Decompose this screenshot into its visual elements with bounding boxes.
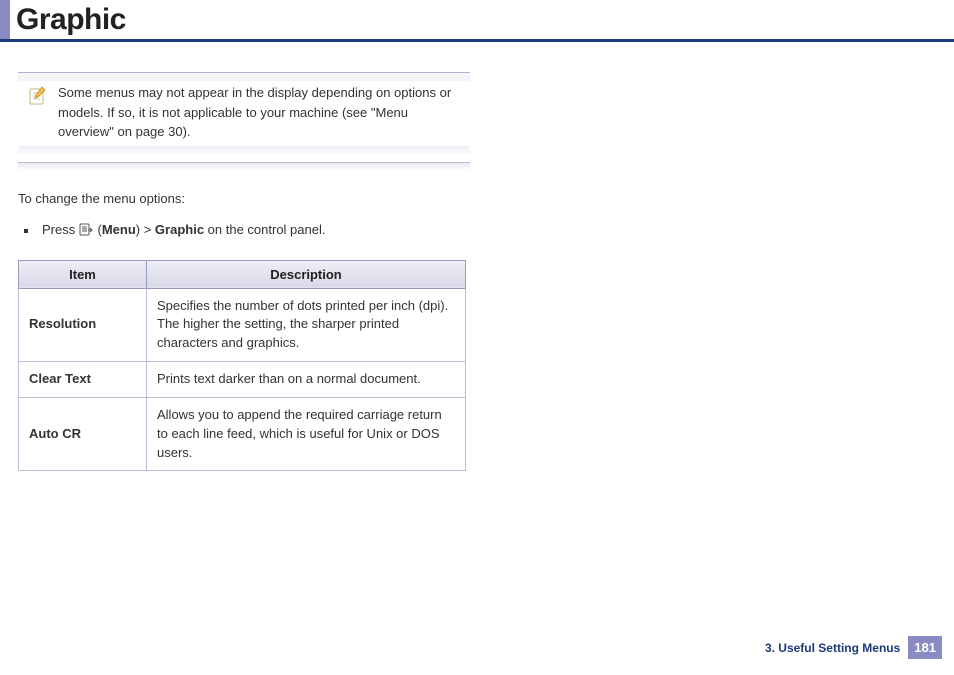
- description-cell: Specifies the number of dots printed per…: [147, 288, 466, 362]
- table-row: Clear Text Prints text darker than on a …: [19, 362, 466, 398]
- table-header-row: Item Description: [19, 260, 466, 288]
- footer-page-number: 181: [908, 636, 942, 659]
- table-row: Resolution Specifies the number of dots …: [19, 288, 466, 362]
- instruction-paren-close: ) >: [136, 222, 155, 237]
- col-description-header: Description: [147, 260, 466, 288]
- note-text: Some menus may not appear in the display…: [58, 83, 454, 142]
- note-bottom-divider: [18, 162, 470, 169]
- page-title: Graphic: [10, 0, 126, 39]
- description-cell: Prints text darker than on a normal docu…: [147, 362, 466, 398]
- main-content: Some menus may not appear in the display…: [0, 42, 470, 471]
- item-cell: Auto CR: [19, 397, 147, 471]
- header-accent-bar: [0, 0, 10, 39]
- graphic-label: Graphic: [155, 222, 204, 237]
- table-row: Auto CR Allows you to append the require…: [19, 397, 466, 471]
- instruction-suffix: on the control panel.: [204, 222, 325, 237]
- intro-text: To change the menu options:: [18, 191, 470, 206]
- note-box: Some menus may not appear in the display…: [18, 72, 470, 154]
- col-item-header: Item: [19, 260, 147, 288]
- instruction-prefix: Press: [42, 222, 79, 237]
- bullet-icon: [24, 229, 28, 233]
- description-cell: Allows you to append the required carria…: [147, 397, 466, 471]
- page-footer: 3. Useful Setting Menus 181: [765, 636, 942, 659]
- menu-label: Menu: [102, 222, 136, 237]
- instruction-text: Press (Menu) > Graphic on the control pa…: [42, 222, 325, 240]
- footer-chapter-label: 3. Useful Setting Menus: [765, 641, 900, 655]
- instruction-row: Press (Menu) > Graphic on the control pa…: [24, 222, 470, 240]
- settings-table: Item Description Resolution Specifies th…: [18, 260, 466, 472]
- item-cell: Clear Text: [19, 362, 147, 398]
- page-header: Graphic: [0, 0, 954, 42]
- note-pencil-icon: [28, 85, 48, 107]
- item-cell: Resolution: [19, 288, 147, 362]
- note-container: Some menus may not appear in the display…: [18, 72, 470, 169]
- menu-button-icon: [79, 223, 94, 240]
